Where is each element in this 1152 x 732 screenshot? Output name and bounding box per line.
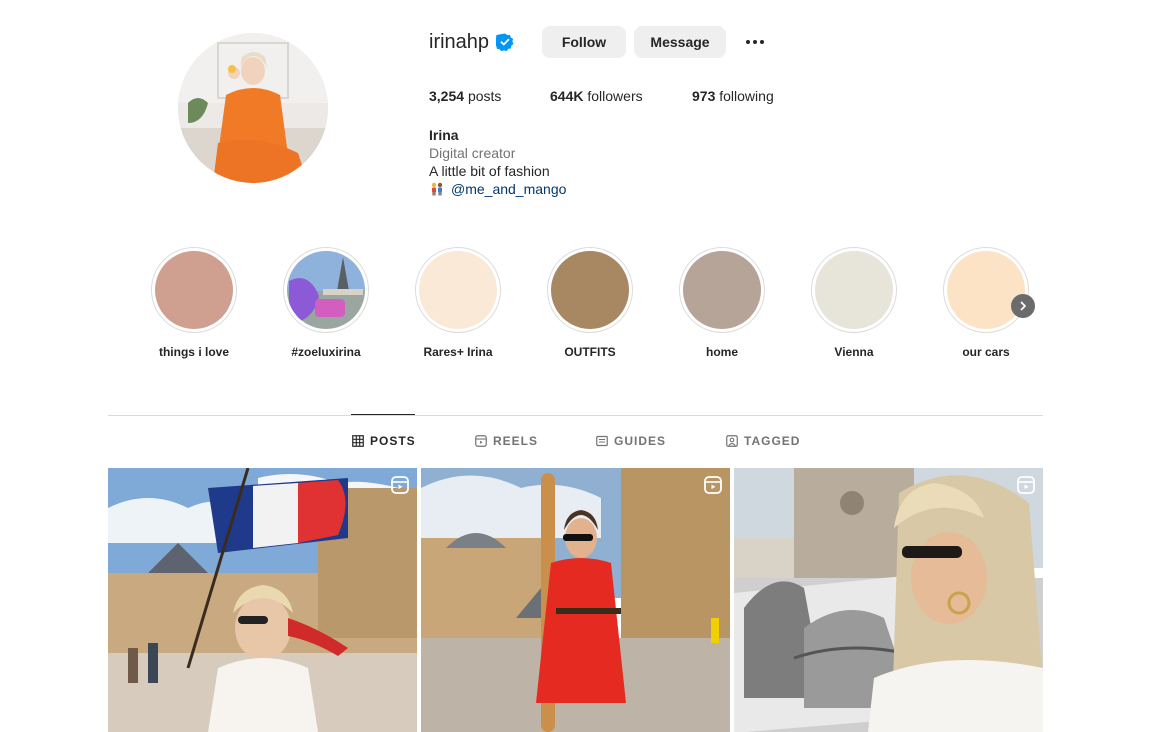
verified-badge-icon [494,33,514,52]
post-image-notre-dame [734,468,1043,732]
post-image-baguette-louvre [421,468,730,732]
highlight-label: #zoeluxirina [291,345,361,359]
couple-emoji-icon [429,182,445,196]
highlight-ring [415,247,501,333]
highlight-outfits[interactable]: OUTFITS [540,247,640,359]
tab-guides[interactable]: GUIDES [596,434,666,448]
following-count: 973 [692,88,716,104]
following-stat[interactable]: 973 following [692,88,774,104]
highlight-cover [551,251,629,329]
highlight-label: OUTFITS [564,345,616,359]
guides-icon [596,435,608,447]
following-label: following [719,88,774,104]
more-dot [753,40,757,44]
more-options-icon[interactable] [740,32,770,52]
message-button[interactable]: Message [634,26,726,58]
post-tile[interactable] [108,468,417,732]
more-dot [746,40,750,44]
highlight-ring [151,247,237,333]
highlight-cover [815,251,893,329]
highlight-ring [547,247,633,333]
avatar-image [178,33,328,183]
highlight-ring [283,247,369,333]
highlight-things-i-love[interactable]: things i love [144,247,244,359]
posts-count: 3,254 [429,88,465,104]
post-tile[interactable] [421,468,730,732]
tab-label: GUIDES [614,434,667,448]
highlight-label: home [705,345,738,359]
highlight-label: Rares+ Irina [423,345,493,359]
post-image-flag-louvre [108,468,417,732]
highlight-cover [287,251,365,329]
followers-count: 644K [550,88,584,104]
follow-button[interactable]: Follow [542,26,626,58]
tab-label: POSTS [370,434,416,448]
username-row: irinahp [429,26,514,58]
posts-stat: 3,254 posts [429,88,501,104]
highlight-label: Vienna [834,345,874,359]
highlight-ring [679,247,765,333]
reel-badge-icon [1017,476,1035,494]
tagged-icon [726,435,738,447]
followers-stat[interactable]: 644K followers [550,88,643,104]
highlight-cover [155,251,233,329]
tab-tagged[interactable]: TAGGED [726,434,800,448]
active-tab-indicator [351,414,415,415]
bio-mention-link[interactable]: @me_and_mango [451,181,566,197]
highlight-cover [419,251,497,329]
profile-name: Irina [429,127,459,143]
highlight-label: things i love [158,345,229,359]
highlight-label: our cars [962,345,1010,359]
reel-badge-icon [391,476,409,494]
grid-icon [352,435,364,447]
more-dot [760,40,764,44]
highlight-ring [943,247,1029,333]
tab-label: REELS [493,434,539,448]
tab-posts[interactable]: POSTS [352,434,416,448]
tab-label: TAGGED [744,434,801,448]
highlight-zoeluxirina[interactable]: #zoeluxirina [276,247,376,359]
post-tile[interactable] [734,468,1043,732]
profile-bio: Irina Digital creator A little bit of fa… [429,126,566,198]
highlight-home[interactable]: home [672,247,772,359]
highlights-next-icon[interactable] [1011,294,1035,318]
bio-mention-line: @me_and_mango [429,180,566,198]
profile-avatar[interactable] [178,33,328,183]
posts-label: posts [467,88,502,104]
highlight-ring [811,247,897,333]
reel-badge-icon [704,476,722,494]
highlight-vienna[interactable]: Vienna [804,247,904,359]
highlight-cover [683,251,761,329]
highlight-rares-irina[interactable]: Rares+ Irina [408,247,508,359]
username: irinahp [429,30,490,53]
highlight-cover [947,251,1025,329]
followers-label: followers [587,88,643,104]
profile-category: Digital creator [429,145,516,161]
tab-reels[interactable]: REELS [475,434,538,448]
reels-icon [475,435,487,447]
tabs-divider [108,415,1043,416]
bio-line: A little bit of fashion [429,163,550,179]
